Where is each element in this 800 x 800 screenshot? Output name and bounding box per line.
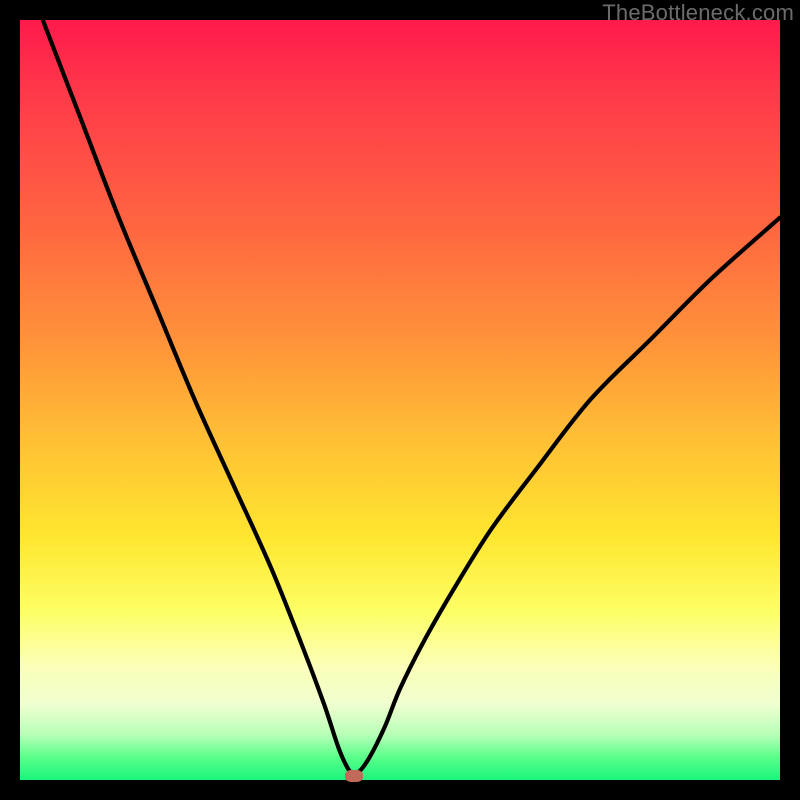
bottleneck-curve <box>20 20 780 780</box>
optimal-point-marker <box>345 770 363 782</box>
chart-frame: TheBottleneck.com <box>0 0 800 800</box>
plot-area <box>20 20 780 780</box>
